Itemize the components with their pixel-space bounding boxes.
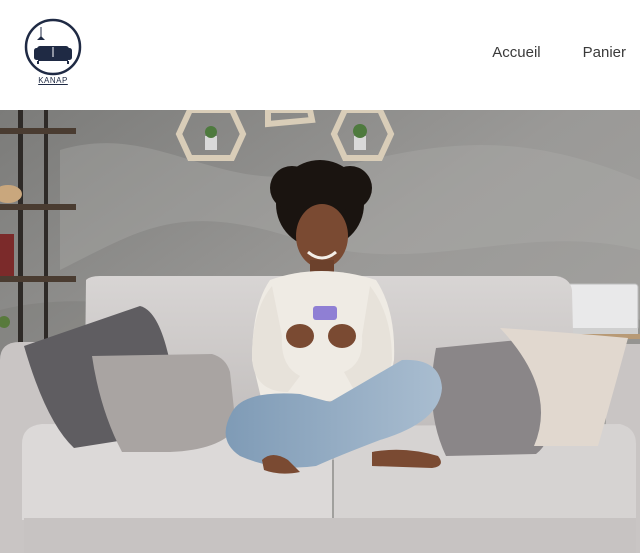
hero-banner (0, 110, 640, 553)
brand-name: KANAP (38, 76, 68, 85)
sofa-lamp-logo-icon (24, 18, 82, 76)
main-nav: Accueil Panier (492, 44, 626, 61)
nav-link-accueil[interactable]: Accueil (492, 44, 540, 61)
nav-link-panier[interactable]: Panier (583, 44, 626, 61)
site-header: KANAP Accueil Panier (0, 0, 640, 110)
hero-photo-woman-on-sofa (0, 110, 640, 553)
brand-logo[interactable]: KANAP (24, 18, 82, 88)
